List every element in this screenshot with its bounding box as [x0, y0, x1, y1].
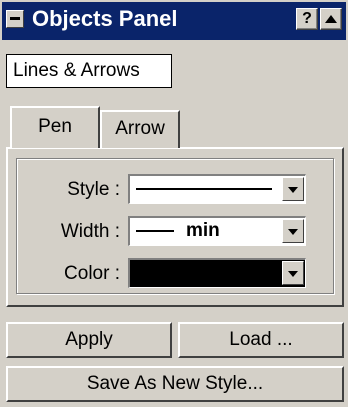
- width-label: Width :: [60, 221, 120, 242]
- chevron-down-icon[interactable]: [282, 261, 304, 285]
- save-as-new-style-button[interactable]: Save As New Style...: [6, 366, 344, 402]
- chevron-down-icon[interactable]: [282, 219, 304, 243]
- load-button[interactable]: Load ...: [178, 322, 344, 358]
- collapse-button[interactable]: [320, 8, 342, 30]
- line-style-sample: [136, 188, 272, 190]
- category-selector[interactable]: Lines & Arrows: [6, 54, 172, 88]
- width-dropdown[interactable]: min: [128, 216, 306, 246]
- triangle-up-icon: [325, 15, 337, 23]
- window-menu-icon[interactable]: [6, 10, 24, 28]
- color-label: Color :: [64, 263, 120, 284]
- style-dropdown[interactable]: [128, 174, 306, 204]
- style-label: Style :: [67, 179, 120, 200]
- window-title: Objects Panel: [32, 6, 178, 31]
- chevron-down-icon[interactable]: [282, 177, 304, 201]
- width-value: min: [186, 220, 220, 241]
- line-width-sample: [136, 230, 174, 232]
- tab-pen[interactable]: Pen: [10, 106, 100, 148]
- tab-arrow[interactable]: Arrow: [100, 110, 180, 148]
- help-button[interactable]: ?: [296, 8, 318, 30]
- color-picker[interactable]: [128, 258, 306, 288]
- apply-button[interactable]: Apply: [6, 322, 172, 358]
